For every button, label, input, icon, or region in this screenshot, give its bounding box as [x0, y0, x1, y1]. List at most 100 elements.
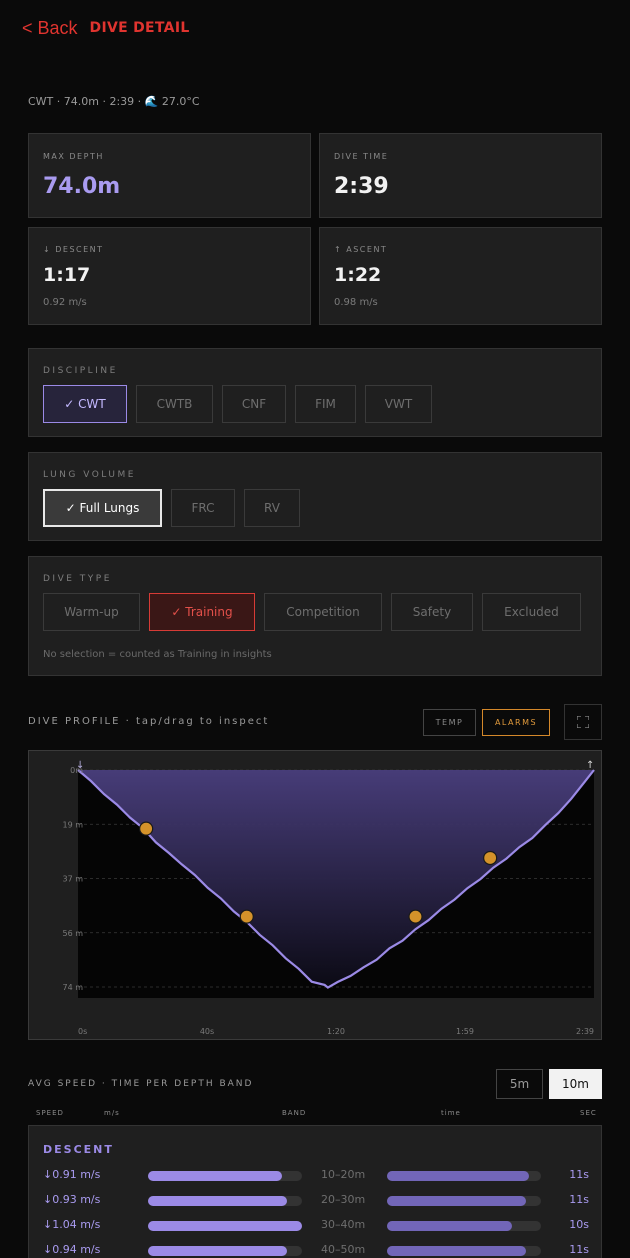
row-band: 40–50m: [321, 1243, 366, 1256]
time-bar: [387, 1246, 541, 1256]
time-bar-fill: [387, 1246, 526, 1256]
back-button[interactable]: < Back: [22, 18, 78, 39]
band-10m-toggle[interactable]: 10m: [549, 1069, 602, 1099]
ascent-value: 1:22: [334, 264, 382, 286]
max-depth-value: 74.0m: [43, 174, 121, 199]
x-tick-label: 2:39: [576, 1027, 594, 1036]
lung-volume-label: LUNG VOLUME: [43, 470, 136, 480]
ascent-end-arrow: ↑: [586, 760, 594, 771]
dive-type-label: DIVE TYPE: [43, 574, 112, 584]
time-bar: [387, 1171, 541, 1181]
lung-rv[interactable]: RV: [244, 489, 300, 527]
descent-card: ↓ DESCENT 1:17 0.92 m/s: [28, 227, 311, 325]
descent-value: 1:17: [43, 264, 91, 286]
dive-type-section: DIVE TYPE Warm-up ✓ Training Competition…: [28, 556, 602, 676]
time-bar: [387, 1221, 541, 1231]
ascent-label: ↑ ASCENT: [334, 245, 388, 254]
speed-bar: [148, 1196, 302, 1206]
y-tick-label: 19 m: [62, 820, 83, 829]
band-5m-toggle[interactable]: 5m: [496, 1069, 543, 1099]
row-sec: 10s: [569, 1218, 589, 1231]
fullscreen-icon: [577, 716, 589, 728]
time-bar: [387, 1196, 541, 1206]
profile-title: DIVE PROFILE · tap/drag to inspect: [28, 716, 270, 727]
lung-full[interactable]: ✓ Full Lungs: [43, 489, 162, 527]
alarm-marker: [139, 821, 154, 836]
max-depth-card: MAX DEPTH 74.0m: [28, 133, 311, 218]
type-excluded[interactable]: Excluded: [482, 593, 581, 631]
header: < Back DIVE DETAIL: [22, 16, 190, 40]
speed-bar: [148, 1171, 302, 1181]
alarm-marker: [408, 909, 423, 924]
type-safety[interactable]: Safety: [391, 593, 473, 631]
alarms-toggle[interactable]: ALARMS: [482, 709, 550, 736]
time-bar-fill: [387, 1196, 526, 1206]
speed-row: ↓0.91 m/s 10–20m 11s: [29, 1166, 603, 1186]
alarm-marker: [483, 850, 498, 866]
row-sec: 11s: [569, 1168, 589, 1181]
speed-bar-fill: [148, 1171, 282, 1181]
speed-card: DESCENT ↓0.91 m/s 10–20m 11s ↓0.93 m/s 2…: [28, 1125, 602, 1258]
row-sec: 11s: [569, 1243, 589, 1256]
type-competition[interactable]: Competition: [264, 593, 382, 631]
dive-profile-chart[interactable]: 0m 19 m 37 m 56 m 74 m 0s 40s 1:20 1:59 2:39 ↓ ↑: [28, 750, 602, 1040]
discipline-cwtb[interactable]: CWTB: [136, 385, 213, 423]
max-depth-label: MAX DEPTH: [43, 152, 104, 161]
discipline-section: DISCIPLINE ✓ CWT CWTB CNF FIM VWT: [28, 348, 602, 437]
dive-time-label: DIVE TIME: [334, 152, 389, 161]
dive-summary: CWT · 74.0m · 2:39 · 🌊 27.0°C: [28, 95, 200, 108]
x-tick-label: 40s: [200, 1027, 214, 1036]
time-bar-fill: [387, 1171, 529, 1181]
discipline-vwt[interactable]: VWT: [365, 385, 432, 423]
speed-bar: [148, 1246, 302, 1256]
descent-section-label: DESCENT: [43, 1143, 114, 1156]
speed-row: ↓0.94 m/s 40–50m 11s: [29, 1241, 603, 1258]
col-speed: SPEED: [36, 1109, 64, 1117]
descent-speed: 0.92 m/s: [43, 297, 87, 308]
speed-bar: [148, 1221, 302, 1231]
col-band: BAND: [282, 1109, 307, 1117]
col-time: time: [441, 1109, 461, 1117]
speed-bar-fill: [148, 1246, 287, 1256]
col-ms: m/s: [104, 1109, 120, 1117]
discipline-label: DISCIPLINE: [43, 366, 118, 376]
row-band: 30–40m: [321, 1218, 366, 1231]
discipline-cwt[interactable]: ✓ CWT: [43, 385, 127, 423]
lung-frc[interactable]: FRC: [171, 489, 235, 527]
row-sec: 11s: [569, 1193, 589, 1206]
dive-profile-svg[interactable]: 0m19 m37 m56 m74 m 0s 40s 1:20 1:59 2:39 ↓ ↑: [29, 751, 603, 1041]
y-tick-label: 56 m: [62, 929, 83, 938]
speed-bar-fill: [148, 1221, 302, 1231]
type-training[interactable]: ✓ Training: [149, 593, 255, 631]
row-band: 20–30m: [321, 1193, 366, 1206]
row-band: 10–20m: [321, 1168, 366, 1181]
fullscreen-button[interactable]: [564, 704, 602, 740]
ascent-card: ↑ ASCENT 1:22 0.98 m/s: [319, 227, 602, 325]
descent-label: ↓ DESCENT: [43, 245, 104, 254]
col-sec: SEC: [580, 1109, 597, 1117]
y-tick-label: 37 m: [62, 875, 83, 884]
type-warmup[interactable]: Warm-up: [43, 593, 140, 631]
speed-title: AVG SPEED · TIME PER DEPTH BAND: [28, 1079, 254, 1089]
temp-toggle[interactable]: TEMP: [423, 709, 476, 736]
ascent-speed: 0.98 m/s: [334, 297, 378, 308]
speed-bar-fill: [148, 1196, 287, 1206]
dive-time-card: DIVE TIME 2:39: [319, 133, 602, 218]
page-title: DIVE DETAIL: [89, 20, 190, 36]
discipline-cnf[interactable]: CNF: [222, 385, 286, 423]
y-tick-label: 74 m: [62, 983, 83, 992]
time-bar-fill: [387, 1221, 512, 1231]
row-speed: ↓1.04 m/s: [43, 1218, 101, 1231]
dive-type-note: No selection = counted as Training in in…: [43, 649, 272, 660]
speed-row: ↓0.93 m/s 20–30m 11s: [29, 1191, 603, 1211]
descent-start-arrow: ↓: [76, 760, 84, 771]
alarm-marker: [239, 909, 254, 924]
discipline-fim[interactable]: FIM: [295, 385, 356, 423]
x-tick-label: 1:20: [327, 1027, 345, 1036]
speed-row: ↓1.04 m/s 30–40m 10s: [29, 1216, 603, 1236]
dive-time-value: 2:39: [334, 174, 389, 199]
row-speed: ↓0.94 m/s: [43, 1243, 101, 1256]
lung-volume-section: LUNG VOLUME ✓ Full Lungs FRC RV: [28, 452, 602, 541]
x-tick-label: 1:59: [456, 1027, 474, 1036]
row-speed: ↓0.93 m/s: [43, 1193, 101, 1206]
